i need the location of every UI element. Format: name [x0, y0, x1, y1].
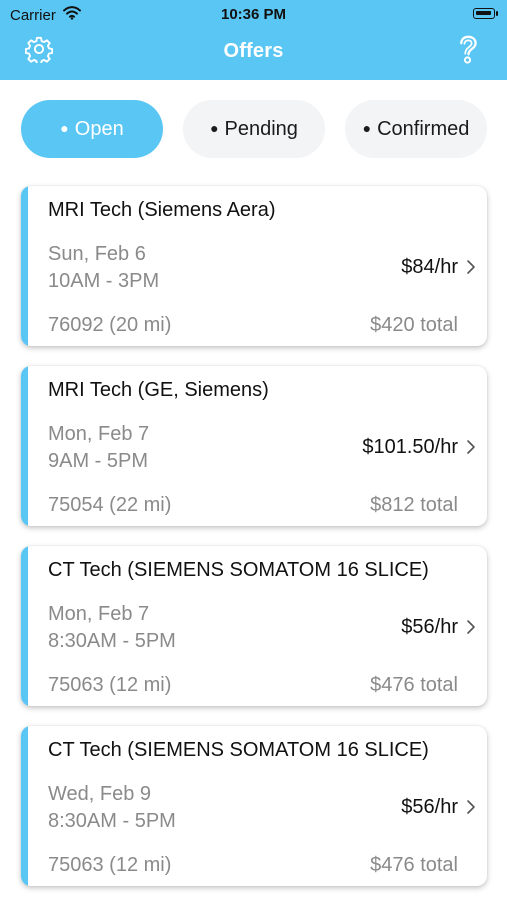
- offer-date: Wed, Feb 9: [48, 783, 152, 805]
- tab-bullet: ●: [60, 120, 69, 136]
- card-accent-bar: [21, 726, 28, 886]
- battery-icon: [473, 8, 498, 19]
- offer-total: $812 total: [370, 494, 458, 516]
- offer-card[interactable]: CT Tech (SIEMENS SOMATOM 16 SLICE) Mon, …: [21, 546, 487, 706]
- offer-date: Sun, Feb 6: [48, 243, 146, 265]
- page-title: Offers: [223, 40, 284, 62]
- offer-location: 75054 (22 mi): [48, 494, 172, 516]
- offers-screen: Carrier 10:36 PM Offers ● Open ● Pending…: [0, 0, 507, 900]
- offer-card[interactable]: MRI Tech (GE, Siemens) Mon, Feb 7 9AM - …: [21, 366, 487, 526]
- offer-total: $476 total: [370, 854, 458, 876]
- card-accent-bar: [21, 546, 28, 706]
- tab-bullet: ●: [210, 120, 219, 136]
- chevron-right-icon: [464, 618, 478, 636]
- offer-rate: $84/hr: [401, 256, 458, 278]
- card-accent-bar: [21, 186, 28, 346]
- tab-open[interactable]: ● Open: [21, 100, 163, 158]
- help-button[interactable]: [453, 34, 483, 69]
- offer-date: Mon, Feb 7: [48, 423, 150, 445]
- offer-time: 10AM - 3PM: [48, 270, 160, 292]
- offer-time: 8:30AM - 5PM: [48, 630, 176, 652]
- chevron-right-icon: [464, 258, 478, 276]
- status-time: 10:36 PM: [220, 6, 287, 23]
- offer-date: Mon, Feb 7: [48, 603, 150, 625]
- tab-label: Pending: [224, 117, 298, 140]
- offer-card[interactable]: CT Tech (SIEMENS SOMATOM 16 SLICE) Wed, …: [21, 726, 487, 886]
- offer-rate: $101.50/hr: [362, 436, 458, 458]
- carrier-status: Carrier: [10, 6, 81, 24]
- status-bar: Carrier 10:36 PM: [0, 0, 507, 28]
- offer-total: $420 total: [370, 314, 458, 336]
- offer-location: 76092 (20 mi): [48, 314, 172, 336]
- offer-rate: $56/hr: [401, 796, 458, 818]
- tab-bullet: ●: [362, 120, 372, 136]
- carrier-name: Carrier: [10, 6, 56, 24]
- offer-title: CT Tech (SIEMENS SOMATOM 16 SLICE): [48, 739, 429, 761]
- offer-location: 75063 (12 mi): [48, 674, 172, 696]
- card-accent-bar: [21, 366, 28, 526]
- chevron-right-icon: [464, 438, 478, 456]
- wifi-icon: [62, 6, 81, 24]
- offer-title: CT Tech (SIEMENS SOMATOM 16 SLICE): [48, 559, 429, 581]
- offer-location: 75063 (12 mi): [48, 854, 172, 876]
- tab-label: Open: [74, 117, 124, 140]
- chevron-right-icon: [464, 798, 478, 816]
- offer-title: MRI Tech (GE, Siemens): [48, 379, 269, 401]
- app-header: Carrier 10:36 PM Offers: [0, 0, 507, 80]
- offer-time: 8:30AM - 5PM: [48, 810, 176, 832]
- help-icon: [455, 34, 481, 69]
- offer-time: 9AM - 5PM: [48, 450, 149, 472]
- tab-label: Confirmed: [377, 117, 470, 140]
- tab-confirmed[interactable]: ● Confirmed: [345, 100, 487, 158]
- tab-pending[interactable]: ● Pending: [183, 100, 325, 158]
- offer-status-tabs: ● Open ● Pending ● Confirmed: [21, 100, 487, 158]
- offer-title: MRI Tech (Siemens Aera): [48, 199, 276, 221]
- offer-total: $476 total: [370, 674, 458, 696]
- offer-list: MRI Tech (Siemens Aera) Sun, Feb 6 10AM …: [21, 186, 487, 900]
- offer-card[interactable]: MRI Tech (Siemens Aera) Sun, Feb 6 10AM …: [21, 186, 487, 346]
- offer-rate: $56/hr: [401, 616, 458, 638]
